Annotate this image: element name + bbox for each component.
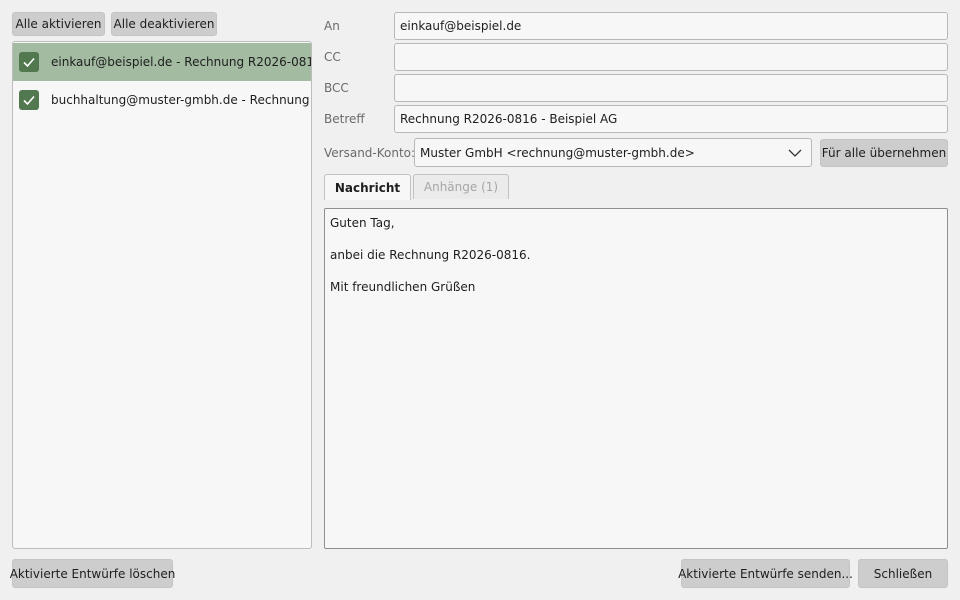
draft-list: einkauf@beispiel.de - Rechnung R2026-081…: [12, 41, 312, 549]
close-button[interactable]: Schließen: [858, 559, 948, 588]
draft-label: buchhaltung@muster-gmbh.de - Rechnung R2…: [51, 93, 311, 107]
message-line: Mit freundlichen Grüßen: [330, 280, 476, 294]
bcc-field[interactable]: [394, 74, 948, 102]
account-select-value: Muster GmbH <rechnung@muster-gmbh.de>: [420, 145, 695, 160]
chevron-down-icon: [788, 149, 802, 157]
tab-attachments[interactable]: Anhänge (1): [413, 174, 509, 199]
message-line: anbei die Rechnung R2026-0816.: [330, 248, 531, 262]
to-field[interactable]: einkauf@beispiel.de: [394, 12, 948, 40]
subject-label: Betreff: [324, 112, 365, 126]
deactivate-all-button[interactable]: Alle deaktivieren: [111, 12, 217, 36]
to-label: An: [324, 19, 340, 33]
apply-to-all-button[interactable]: Für alle übernehmen: [820, 139, 948, 167]
draft-list-item[interactable]: einkauf@beispiel.de - Rechnung R2026-081…: [13, 43, 311, 81]
message-body-textarea[interactable]: Guten Tag, anbei die Rechnung R2026-0816…: [324, 208, 948, 549]
draft-checkbox[interactable]: [19, 52, 39, 72]
check-icon: [23, 57, 35, 68]
account-select[interactable]: Muster GmbH <rechnung@muster-gmbh.de>: [414, 138, 812, 167]
send-active-drafts-button[interactable]: Aktivierte Entwürfe senden...: [678, 559, 853, 588]
check-icon: [23, 95, 35, 106]
draft-list-item[interactable]: buchhaltung@muster-gmbh.de - Rechnung R2…: [13, 81, 311, 119]
cc-field[interactable]: [394, 43, 948, 71]
draft-checkbox[interactable]: [19, 90, 39, 110]
subject-field[interactable]: Rechnung R2026-0816 - Beispiel AG: [394, 105, 948, 133]
message-line: Guten Tag,: [330, 216, 395, 230]
delete-active-drafts-button[interactable]: Aktivierte Entwürfe löschen: [10, 559, 175, 588]
account-label: Versand-Konto:: [324, 146, 416, 160]
activate-all-button[interactable]: Alle aktivieren: [12, 12, 105, 36]
bcc-label: BCC: [324, 81, 349, 95]
draft-label: einkauf@beispiel.de - Rechnung R2026-081…: [51, 55, 311, 69]
tab-message[interactable]: Nachricht: [324, 174, 411, 200]
cc-label: CC: [324, 50, 341, 64]
